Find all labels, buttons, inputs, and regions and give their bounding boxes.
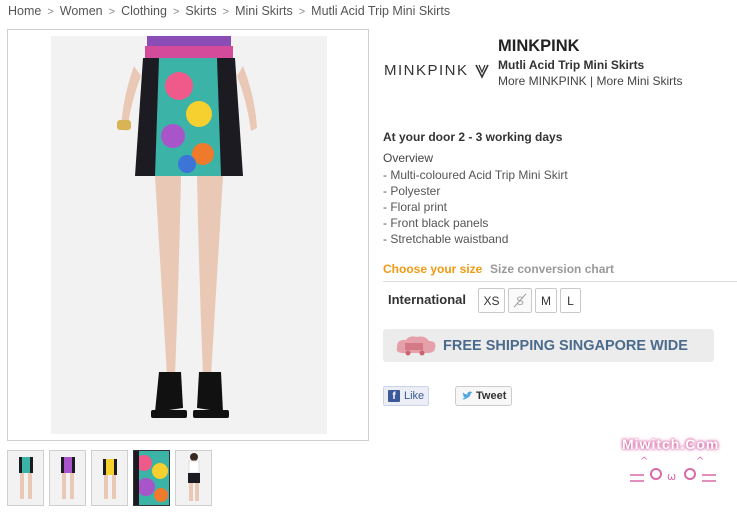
thumbnail-2[interactable]	[49, 450, 86, 506]
product-name: Mutli Acid Trip Mini Skirts	[498, 58, 645, 72]
watermark-text: Miwitch.Com	[622, 436, 720, 452]
overview-item: - Stretchable waistband	[383, 232, 509, 246]
main-product-image[interactable]	[51, 36, 327, 434]
thumbnail-4[interactable]	[133, 450, 170, 506]
skirt-model-illustration	[51, 36, 327, 434]
delivery-truck-icon	[396, 336, 436, 356]
overview-item: - Multi-coloured Acid Trip Mini Skirt	[383, 168, 568, 182]
minkpink-v-icon	[475, 64, 489, 79]
brand-name: MINKPINK	[498, 37, 580, 55]
facebook-like-button[interactable]: f Like	[383, 386, 429, 406]
chevron-right-icon: >	[222, 6, 230, 18]
thumbnail-back-view	[50, 451, 85, 505]
breadcrumb-clothing[interactable]: Clothing	[121, 4, 167, 18]
breadcrumb-skirts[interactable]: Skirts	[185, 4, 216, 18]
brand-logo[interactable]: MINKPINK	[384, 62, 490, 79]
tweet-label: Tweet	[476, 390, 507, 402]
overview-item: - Polyester	[383, 184, 441, 198]
size-option-s-unavailable[interactable]: S	[508, 288, 532, 313]
watermark: Miwitch.Com ^ ^ ω	[620, 436, 730, 502]
breadcrumb-home[interactable]: Home	[8, 4, 41, 18]
thumbnail-front-view	[8, 451, 43, 505]
size-option-xs[interactable]: XS	[478, 288, 505, 313]
breadcrumb: Home > Women > Clothing > Skirts > Mini Skirts > M…	[8, 4, 450, 18]
chevron-right-icon: >	[298, 6, 306, 18]
size-conversion-chart-link[interactable]: Size conversion chart	[490, 262, 614, 276]
brand-logo-text: MINKPINK	[384, 62, 469, 79]
free-shipping-text: FREE SHIPPING SINGAPORE WIDE	[443, 338, 688, 354]
svg-text:^: ^	[640, 456, 648, 467]
breadcrumb-current: Mutli Acid Trip Mini Skirts	[311, 4, 451, 18]
more-brand-link[interactable]: More MINKPINK	[498, 74, 587, 88]
more-category-link[interactable]: More Mini Skirts	[597, 74, 683, 88]
more-links-separator: |	[590, 74, 594, 88]
tweet-button[interactable]: Tweet	[455, 386, 512, 406]
chevron-right-icon: >	[108, 6, 116, 18]
cat-face-icon: ^ ^ ω	[630, 456, 716, 483]
more-links: More MINKPINK | More Mini Skirts	[498, 74, 683, 88]
chevron-right-icon: >	[172, 6, 180, 18]
svg-text:^: ^	[696, 456, 704, 467]
thumbnail-print-closeup	[134, 451, 169, 505]
overview-title: Overview	[383, 151, 434, 165]
choose-size-label: Choose your size	[383, 262, 483, 276]
overview-item: - Front black panels	[383, 216, 489, 230]
breadcrumb-mini-skirts[interactable]: Mini Skirts	[235, 4, 293, 18]
twitter-bird-icon	[462, 391, 473, 400]
thumbnail-side-view	[92, 451, 127, 505]
delivery-info: At your door 2 - 3 working days	[383, 130, 563, 144]
chevron-right-icon: >	[47, 6, 54, 18]
size-option-m[interactable]: M	[535, 288, 557, 313]
divider	[383, 281, 737, 282]
overview-item: - Floral print	[383, 200, 448, 214]
thumbnail-full-outfit	[176, 451, 211, 505]
breadcrumb-women[interactable]: Women	[60, 4, 103, 18]
main-product-image-frame[interactable]	[7, 29, 369, 441]
facebook-icon: f	[388, 390, 400, 402]
thumbnail-1[interactable]	[7, 450, 44, 506]
svg-text:ω: ω	[667, 470, 676, 483]
size-option-l[interactable]: L	[560, 288, 581, 313]
thumbnail-5[interactable]	[175, 450, 212, 506]
size-system-label: International	[388, 292, 467, 307]
like-label: Like	[404, 390, 425, 402]
thumbnail-3[interactable]	[91, 450, 128, 506]
overview-list: - Multi-coloured Acid Trip Mini Skirt - …	[383, 167, 568, 247]
